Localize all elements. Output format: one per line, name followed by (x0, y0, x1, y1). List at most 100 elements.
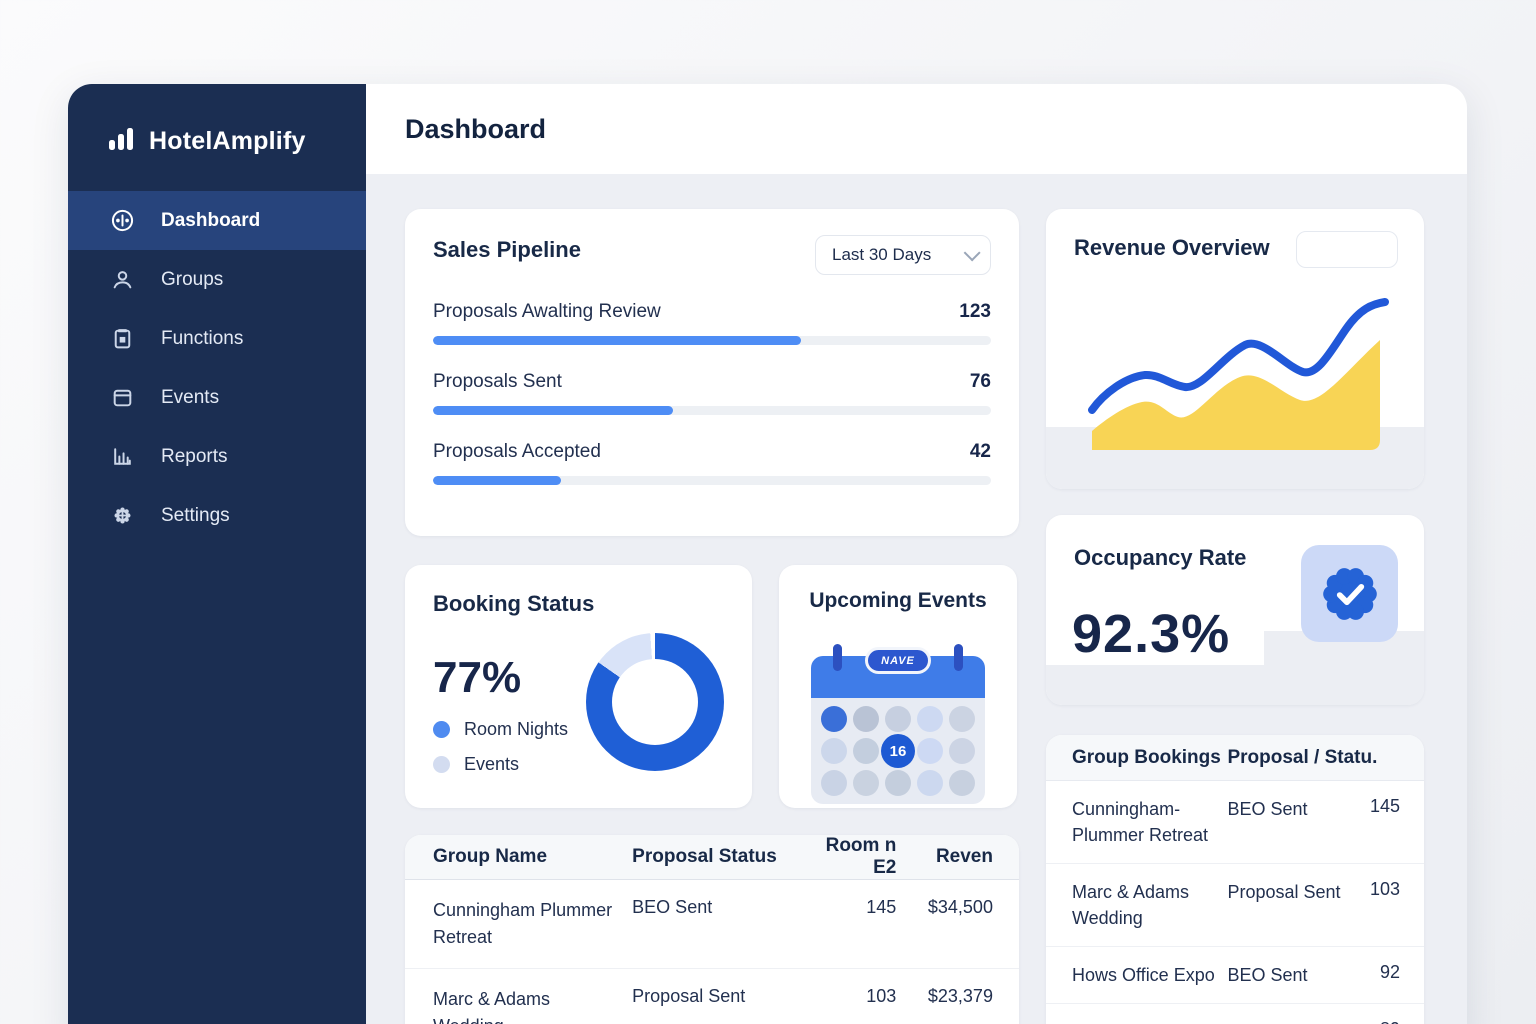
legend-dot-icon (433, 721, 450, 738)
booking-status: BEO Sent (1227, 799, 1308, 819)
date-range-select[interactable]: Last 30 Days (815, 235, 991, 275)
cell-proposal-status: Proposal Sent (632, 986, 746, 1006)
cell-rooms: 103 (866, 986, 897, 1006)
booking-name: Cunningham-Plummer Retreat (1072, 799, 1209, 846)
cell-proposal-status: BEO Sent (632, 897, 713, 917)
sidebar-item-settings[interactable]: Settings (68, 486, 366, 545)
logo-bars-icon (106, 124, 136, 159)
calendar-header: NAVE (811, 644, 985, 698)
calendar-dot (853, 706, 879, 732)
booking-value: 103 (1369, 879, 1400, 900)
legend-label: Room Nights (464, 719, 569, 739)
topbar: Dashboard (366, 84, 1467, 174)
legend-dot-icon (433, 756, 450, 773)
pipeline-progress-fill (433, 476, 562, 485)
col-proposal-status: Proposal Status (632, 846, 777, 867)
sidebar-item-label: Settings (161, 504, 230, 526)
pipeline-progress-track (433, 476, 991, 485)
booking-value: 145 (1369, 796, 1400, 816)
col-group-name: Group Name (433, 845, 548, 867)
pipeline-progress-fill (433, 336, 802, 345)
cell-group-name: Cunningham Plummer Retreat (433, 900, 613, 947)
calendar-icon (110, 385, 135, 410)
group-booking-row[interactable]: Cunningham-Plummer Retreat BEO Sent 145 (1046, 781, 1424, 865)
upcoming-events-title: Upcoming Events (809, 589, 987, 612)
check-rosette-icon (1322, 567, 1377, 620)
pipeline-progress-track (433, 336, 991, 345)
clipboard-icon (110, 326, 135, 351)
revenue-overview-card: Revenue Overview (1046, 209, 1424, 489)
occupancy-rate-card: Occupancy Rate 92.3% (1046, 515, 1424, 705)
group-booking-row[interactable]: Foster-LaurelBEO Sent89 (1046, 1004, 1424, 1024)
user-icon (110, 267, 135, 292)
sidebar-item-groups[interactable]: Groups (68, 250, 366, 309)
calendar-body: 16 (811, 698, 985, 804)
calendar-highlight-day: 16 (881, 734, 915, 768)
sidebar-item-label: Reports (161, 445, 228, 467)
group-bookings-col2: Proposal / Statu. (1227, 746, 1378, 768)
booking-donut-chart (586, 633, 724, 771)
calendar-dot (821, 706, 847, 732)
group-booking-row[interactable]: Marc & Adams Wedding Proposal Sent 103 (1046, 864, 1424, 948)
sidebar-item-label: Dashboard (161, 209, 261, 231)
pipeline-value: 42 (969, 441, 991, 462)
group-booking-row[interactable]: Hows Office Expo BEO Sent 92 (1046, 947, 1424, 1005)
booking-name: Foster-Laurel (1046, 1019, 1227, 1024)
group-bookings-col1: Group Bookings (1072, 746, 1221, 768)
booking-name: Marc & Adams Wedding (1072, 882, 1190, 929)
calendar-dot (853, 738, 879, 764)
main-content: Sales Pipeline Last 30 Days Proposals Aw… (366, 174, 1467, 1024)
pipeline-value: 123 (959, 301, 991, 322)
upcoming-events-card: Upcoming Events NAVE 16 (779, 565, 1017, 808)
booking-status: BEO Sent (1227, 965, 1308, 986)
pipeline-progress-fill (433, 406, 673, 415)
date-range-value: Last 30 Days (832, 245, 932, 264)
table-row[interactable]: Marc & Adams Wedding Proposal Sent 103 $23,… (405, 969, 1019, 1024)
calendar-dot (917, 738, 943, 764)
bar-chart-icon (110, 444, 135, 469)
pipeline-item: Proposals Accepted 42 (433, 441, 991, 485)
calendar-graphic: NAVE 16 (811, 644, 985, 804)
sidebar-item-label: Functions (161, 327, 244, 349)
bookings-table-card: Group Name Proposal Status Room n E2 Rev… (405, 835, 1019, 1024)
group-bookings-header: Group Bookings Proposal / Statu. (1046, 735, 1424, 781)
sidebar-item-functions[interactable]: Functions (68, 309, 366, 368)
calendar-dot (917, 706, 943, 732)
pipeline-label: Proposals Sent (433, 371, 562, 392)
app-name: HotelAmplify (149, 127, 306, 155)
occupancy-rate-value: 92.3% (1072, 604, 1231, 664)
cell-revenue: $23,379 (927, 986, 993, 1006)
pipeline-label: Proposals Awalting Review (433, 301, 661, 322)
calendar-peg-right (954, 644, 963, 671)
booking-value: 89 (1352, 1019, 1424, 1024)
sidebar-item-reports[interactable]: Reports (68, 427, 366, 486)
pipeline-value: 76 (969, 371, 991, 392)
verified-badge (1301, 545, 1398, 642)
table-row[interactable]: Cunningham Plummer Retreat BEO Sent 145 $34… (405, 880, 1019, 969)
calendar-dot (885, 706, 911, 732)
group-bookings-panel: Group Bookings Proposal / Statu. Cunning… (1046, 735, 1424, 1024)
calendar-dot (949, 706, 975, 732)
chevron-down-icon (963, 244, 981, 262)
settings-icon (110, 503, 135, 528)
sidebar-item-label: Events (161, 386, 220, 408)
calendar-dot (949, 738, 975, 764)
sidebar-item-label: Groups (161, 268, 224, 290)
bookings-table-header: Group Name Proposal Status Room n E2 Rev… (405, 835, 1019, 880)
cell-group-name: Marc & Adams Wedding (433, 989, 551, 1024)
revenue-chart (1088, 298, 1389, 450)
booking-status-card: Booking Status 77% Room Nights Events (405, 565, 752, 808)
cell-rooms: 145 (866, 897, 897, 917)
sidebar-item-dashboard[interactable]: Dashboard (68, 191, 366, 250)
calendar-badge: NAVE (865, 647, 931, 674)
app-window: HotelAmplify Dashboard Groups Functions Eve… (68, 84, 1467, 1024)
sidebar-item-events[interactable]: Events (68, 368, 366, 427)
calendar-dot (885, 770, 911, 796)
pipeline-list: Proposals Awalting Review 123 Proposals Se… (433, 301, 991, 485)
cell-revenue: $34,500 (927, 897, 993, 917)
booking-status: Proposal Sent (1227, 882, 1341, 903)
page-title: Dashboard (405, 113, 547, 144)
calendar-dot (853, 770, 879, 796)
calendar-dot (821, 738, 847, 764)
calendar-peg-left (833, 644, 842, 671)
